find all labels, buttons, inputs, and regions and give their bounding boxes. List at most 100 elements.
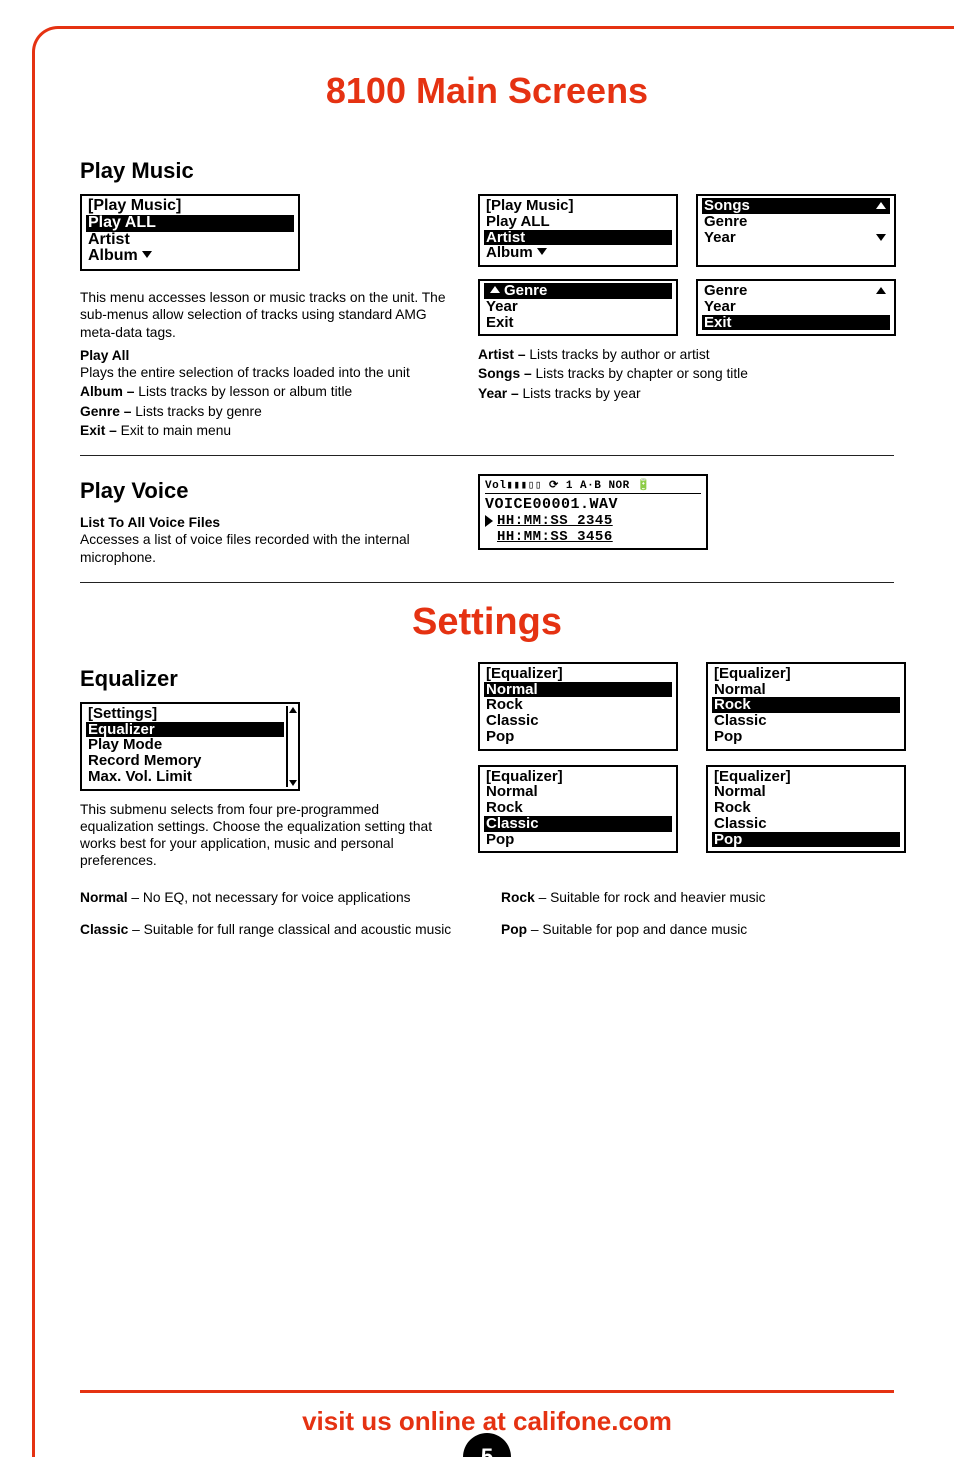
page-content: 8100 Main Screens Play Music [Play Music… bbox=[80, 60, 894, 1457]
def-label: Exit – bbox=[80, 423, 117, 438]
lcd-item: Pop bbox=[484, 832, 672, 848]
def-text: Exit to main menu bbox=[117, 423, 231, 438]
lcd-item: Classic bbox=[712, 713, 900, 729]
lcd-item: Play Mode bbox=[86, 737, 284, 753]
equalizer-right: [Equalizer] Normal Rock Classic Pop [Equ… bbox=[478, 662, 894, 876]
lcd-item: Album bbox=[86, 248, 294, 265]
lcd-voice-status: Vol▮▮▮▯▯ ⟳ 1 A·B NOR 🔋 VOICE00001.WAV HH… bbox=[478, 474, 708, 550]
play-music-left: [Play Music] Play ALL Artist Album This … bbox=[80, 194, 450, 441]
lcd-play-music-main: [Play Music] Play ALL Artist Album bbox=[80, 194, 300, 271]
voice-time-label: HH:MM:SS 2345 bbox=[497, 513, 613, 529]
lcd-item: Pop bbox=[484, 729, 672, 745]
def-songs: Songs – Lists tracks by chapter or song … bbox=[478, 365, 894, 382]
def-text: – Suitable for full range classical and … bbox=[128, 922, 451, 937]
lcd-item: Genre bbox=[702, 283, 890, 299]
lcd-item: Play ALL bbox=[484, 214, 672, 230]
lcd-header: [Play Music] bbox=[86, 198, 294, 215]
lcd-item: Artist bbox=[86, 232, 294, 249]
lcd-item: Classic bbox=[484, 816, 672, 832]
voice-time-2: HH:MM:SS 3456 bbox=[485, 529, 701, 545]
divider bbox=[80, 455, 894, 456]
def-label: Classic bbox=[80, 922, 128, 937]
lcd-item: Pop bbox=[712, 729, 900, 745]
chevron-down-icon bbox=[537, 248, 547, 255]
def-label: Artist – bbox=[478, 347, 526, 362]
lcd-item: Pop bbox=[712, 832, 900, 848]
def-text: Plays the entire selection of tracks loa… bbox=[80, 365, 410, 380]
lcd-exit: Genre Year Exit bbox=[696, 279, 896, 336]
lcd-eq-normal: [Equalizer] Normal Rock Classic Pop bbox=[478, 662, 678, 751]
def-text: – No EQ, not necessary for voice applica… bbox=[128, 890, 411, 905]
play-voice-heading: Play Voice bbox=[80, 478, 450, 504]
lcd-item: Artist bbox=[484, 230, 672, 246]
def-label: Songs – bbox=[478, 366, 532, 381]
lcd-settings: [Settings] Equalizer Play Mode Record Me… bbox=[80, 702, 300, 791]
footer-rule bbox=[80, 1390, 894, 1393]
lcd-item: Genre bbox=[702, 214, 890, 230]
chevron-up-icon bbox=[490, 286, 500, 293]
lcd-item: Normal bbox=[484, 784, 672, 800]
play-voice-row: Play Voice List To All Voice Files Acces… bbox=[80, 474, 894, 568]
def-play-all: Play All Plays the entire selection of t… bbox=[80, 347, 450, 381]
lcd-item: Normal bbox=[712, 784, 900, 800]
lcd-item: Year bbox=[484, 299, 672, 315]
def-label: Album – bbox=[80, 384, 134, 399]
play-music-row: [Play Music] Play ALL Artist Album This … bbox=[80, 194, 894, 441]
voice-topbar: Vol▮▮▮▯▯ ⟳ 1 A·B NOR 🔋 bbox=[485, 478, 701, 494]
play-music-intro: This menu accesses lesson or music track… bbox=[80, 289, 450, 341]
chevron-down-icon bbox=[876, 234, 886, 241]
lcd-item-label: Songs bbox=[704, 197, 750, 214]
def-label: Play All bbox=[80, 348, 129, 363]
def-label: Normal bbox=[80, 890, 128, 905]
def-label: Pop bbox=[501, 922, 527, 937]
lcd-item-label: Album bbox=[88, 247, 138, 264]
def-text: – Suitable for pop and dance music bbox=[527, 922, 747, 937]
lcd-item-label: Year bbox=[704, 229, 736, 246]
lcd-item: Exit bbox=[702, 315, 890, 331]
lcd-header: [Play Music] bbox=[484, 198, 672, 214]
lcd-item-label: Album bbox=[486, 244, 533, 261]
lcd-item: Record Memory bbox=[86, 753, 284, 769]
def-text: – Suitable for rock and heavier music bbox=[535, 890, 766, 905]
page-sheet: 8100 Main Screens Play Music [Play Music… bbox=[0, 0, 954, 1457]
def-genre: Genre – Lists tracks by genre bbox=[80, 403, 450, 420]
lcd-item: Rock bbox=[712, 697, 900, 713]
lcd-eq-classic: [Equalizer] Normal Rock Classic Pop bbox=[478, 765, 678, 854]
def-text: Accesses a list of voice files recorded … bbox=[80, 532, 410, 564]
play-music-right: [Play Music] Play ALL Artist Album Songs… bbox=[478, 194, 894, 441]
def-album: Album – Lists tracks by lesson or album … bbox=[80, 383, 450, 400]
equalizer-left: Equalizer [Settings] Equalizer Play Mode… bbox=[80, 662, 450, 876]
lcd-item: Year bbox=[702, 230, 890, 246]
settings-title: Settings bbox=[80, 601, 894, 644]
def-label: Genre – bbox=[80, 404, 131, 419]
lcd-eq-pop: [Equalizer] Normal Rock Classic Pop bbox=[706, 765, 906, 854]
lcd-songs: Songs Genre Year bbox=[696, 194, 896, 267]
lcd-item: Normal bbox=[712, 682, 900, 698]
def-text: Lists tracks by lesson or album title bbox=[134, 384, 352, 399]
lcd-item: Genre bbox=[484, 283, 672, 299]
play-icon bbox=[485, 515, 493, 527]
lcd-item-label: Genre bbox=[704, 282, 747, 299]
lcd-header: [Equalizer] bbox=[712, 769, 900, 785]
chevron-up-icon bbox=[876, 202, 886, 209]
def-rock: Rock – Suitable for rock and heavier mus… bbox=[501, 889, 894, 906]
lcd-item: Classic bbox=[484, 713, 672, 729]
lcd-item: Songs bbox=[702, 198, 890, 214]
page-title: 8100 Main Screens bbox=[80, 70, 894, 112]
lcd-header: [Equalizer] bbox=[484, 769, 672, 785]
def-normal: Normal – No EQ, not necessary for voice … bbox=[80, 889, 473, 906]
def-text: Lists tracks by genre bbox=[131, 404, 261, 419]
play-music-heading: Play Music bbox=[80, 158, 894, 184]
def-year: Year – Lists tracks by year bbox=[478, 385, 894, 402]
voice-filename: VOICE00001.WAV bbox=[485, 496, 701, 513]
divider bbox=[80, 582, 894, 583]
lcd-item-label: Genre bbox=[504, 282, 547, 299]
lcd-header: [Equalizer] bbox=[712, 666, 900, 682]
play-music-lcd-grid: [Play Music] Play ALL Artist Album Songs… bbox=[478, 194, 894, 336]
equalizer-row: Equalizer [Settings] Equalizer Play Mode… bbox=[80, 662, 894, 876]
equalizer-defs: Normal – No EQ, not necessary for voice … bbox=[80, 885, 894, 947]
lcd-item: Rock bbox=[484, 800, 672, 816]
chevron-up-icon bbox=[876, 287, 886, 294]
equalizer-intro: This submenu selects from four pre-progr… bbox=[80, 801, 450, 870]
lcd-item: Classic bbox=[712, 816, 900, 832]
